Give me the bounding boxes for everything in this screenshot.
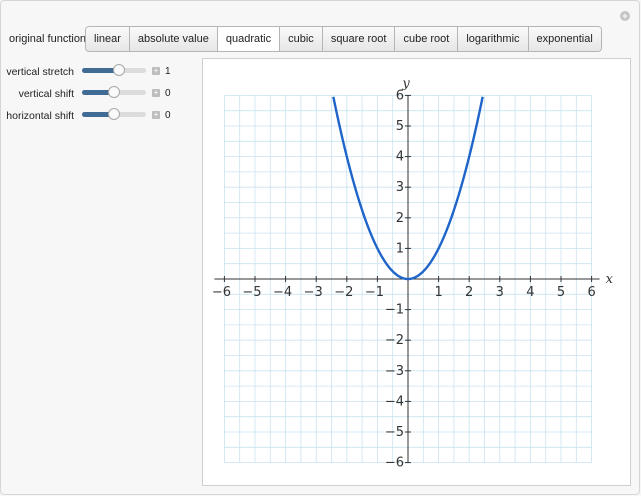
slider-row-vertical-stretch: vertical stretch +1 <box>0 64 200 80</box>
x-tick-label: −6 <box>212 285 231 300</box>
function-button-cubic[interactable]: cubic <box>280 27 323 51</box>
slider-label: vertical shift <box>18 88 74 100</box>
expand-plus-icon[interactable]: + <box>152 67 160 75</box>
slider-thumb[interactable] <box>108 86 120 98</box>
slider-label: vertical stretch <box>6 66 74 78</box>
x-tick-label: 4 <box>526 285 534 300</box>
function-button-quadratic[interactable]: quadratic <box>217 27 281 51</box>
slider-value: 0 <box>165 110 171 121</box>
x-tick-label: −4 <box>273 285 292 300</box>
x-tick-label: 1 <box>434 285 442 300</box>
y-axis-label: y <box>401 76 410 91</box>
x-axis-label: x <box>606 272 614 287</box>
vertical-stretch-slider[interactable] <box>82 64 146 76</box>
y-tick-label: −5 <box>385 425 404 440</box>
slider-thumb[interactable] <box>108 108 120 120</box>
function-selector: linear absolute value quadratic cubic square… <box>85 26 602 52</box>
function-button-absolute-value[interactable]: absolute value <box>129 27 218 51</box>
y-tick-label: 5 <box>396 119 404 134</box>
slider-label: horizontal shift <box>6 110 74 122</box>
slider-row-vertical-shift: vertical shift +0 <box>0 86 200 102</box>
slider-value: 0 <box>165 88 171 99</box>
y-tick-label: 1 <box>396 241 404 256</box>
vertical-shift-slider[interactable] <box>82 86 146 98</box>
x-tick-label: −2 <box>334 285 353 300</box>
slider-row-horizontal-shift: horizontal shift +0 <box>0 108 200 124</box>
reset-icon[interactable]: + <box>620 11 630 21</box>
y-tick-label: −6 <box>385 456 404 471</box>
function-button-logarithmic[interactable]: logarithmic <box>458 27 529 51</box>
x-tick-label: 6 <box>587 285 595 300</box>
expand-plus-icon[interactable]: + <box>152 111 160 119</box>
x-tick-label: −3 <box>304 285 323 300</box>
y-tick-label: 2 <box>396 211 404 226</box>
function-button-cube-root[interactable]: cube root <box>395 27 459 51</box>
function-label: original function <box>9 33 87 45</box>
slider-value: 1 <box>165 66 171 77</box>
x-tick-label: 5 <box>557 285 565 300</box>
horizontal-shift-slider[interactable] <box>82 108 146 120</box>
y-tick-label: −1 <box>385 303 404 318</box>
graph-panel: −6 −5 −4 −3 −2 −1 1 2 3 4 5 6 −6 −5 −4 −3 −2 −1 1 2 3 4 5 6 x y <box>202 58 631 486</box>
x-tick-label: −1 <box>365 285 384 300</box>
x-tick-label: 3 <box>496 285 504 300</box>
function-button-linear[interactable]: linear <box>86 27 130 51</box>
x-tick-label: −5 <box>242 285 261 300</box>
y-tick-label: −3 <box>385 364 404 379</box>
expand-plus-icon[interactable]: + <box>152 89 160 97</box>
y-tick-label: 4 <box>396 150 404 165</box>
graph-svg: −6 −5 −4 −3 −2 −1 1 2 3 4 5 6−6−5−4−3−2−1123456xy <box>212 76 614 471</box>
x-tick-label: 2 <box>465 285 473 300</box>
y-tick-label: −4 <box>385 394 404 409</box>
function-button-square-root[interactable]: square root <box>322 27 396 51</box>
slider-thumb[interactable] <box>113 64 126 76</box>
function-button-exponential[interactable]: exponential <box>528 27 601 51</box>
y-tick-label: 3 <box>396 180 404 195</box>
y-tick-label: −2 <box>385 333 404 348</box>
